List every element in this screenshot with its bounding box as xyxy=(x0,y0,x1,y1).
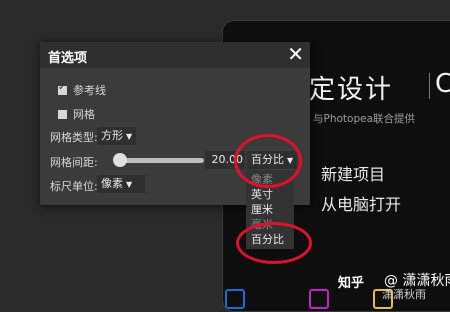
grid-type-label: 网格类型: xyxy=(50,131,98,144)
dropdown-option-inches[interactable]: 英寸 xyxy=(246,187,294,202)
close-icon[interactable]: ✕ xyxy=(287,42,304,66)
guides-checkbox[interactable] xyxy=(58,82,67,95)
grid-label: 网格 xyxy=(73,108,95,121)
app-hero-title-extra: C xyxy=(435,69,450,99)
open-from-computer-link[interactable]: 从电脑打开 xyxy=(321,191,401,215)
app-hero-subtitle: 与Photopea联合提供 xyxy=(313,113,416,125)
grid-spacing-slider-track[interactable] xyxy=(118,158,204,163)
dropdown-option-cm[interactable]: 厘米 xyxy=(246,202,294,217)
grid-spacing-slider-handle[interactable] xyxy=(113,153,127,167)
dialog-title: 首选项 xyxy=(48,51,88,66)
template-icon[interactable] xyxy=(225,289,245,309)
grid-type-value: 方形 xyxy=(101,129,123,142)
annotation-circle xyxy=(234,134,302,188)
grid-type-select[interactable]: 方形 ▼ xyxy=(97,127,137,145)
guides-checkbox-row[interactable]: 参考线 xyxy=(58,82,106,98)
chevron-down-icon: ▼ xyxy=(126,180,133,189)
chevron-down-icon: ▼ xyxy=(126,132,133,141)
ruler-unit-select[interactable]: 像素 ▼ xyxy=(97,175,145,193)
grid-spacing-label: 网格间距: xyxy=(50,156,98,169)
ruler-unit-value: 像素 xyxy=(101,177,123,190)
guides-label: 参考线 xyxy=(73,84,106,97)
title-separator xyxy=(429,73,430,99)
new-project-link[interactable]: 新建项目 xyxy=(321,161,385,185)
annotation-circle xyxy=(236,222,312,264)
dialog-header: 首选项 ✕ xyxy=(40,42,310,68)
grid-checkbox-row[interactable]: 网格 xyxy=(58,106,95,122)
ruler-unit-label: 标尺单位: xyxy=(50,180,98,193)
zhihu-logo: 知乎 xyxy=(338,276,365,291)
template-icon[interactable] xyxy=(309,289,329,309)
grid-checkbox[interactable] xyxy=(58,109,67,119)
app-hero-title: 定设计 xyxy=(309,75,394,105)
